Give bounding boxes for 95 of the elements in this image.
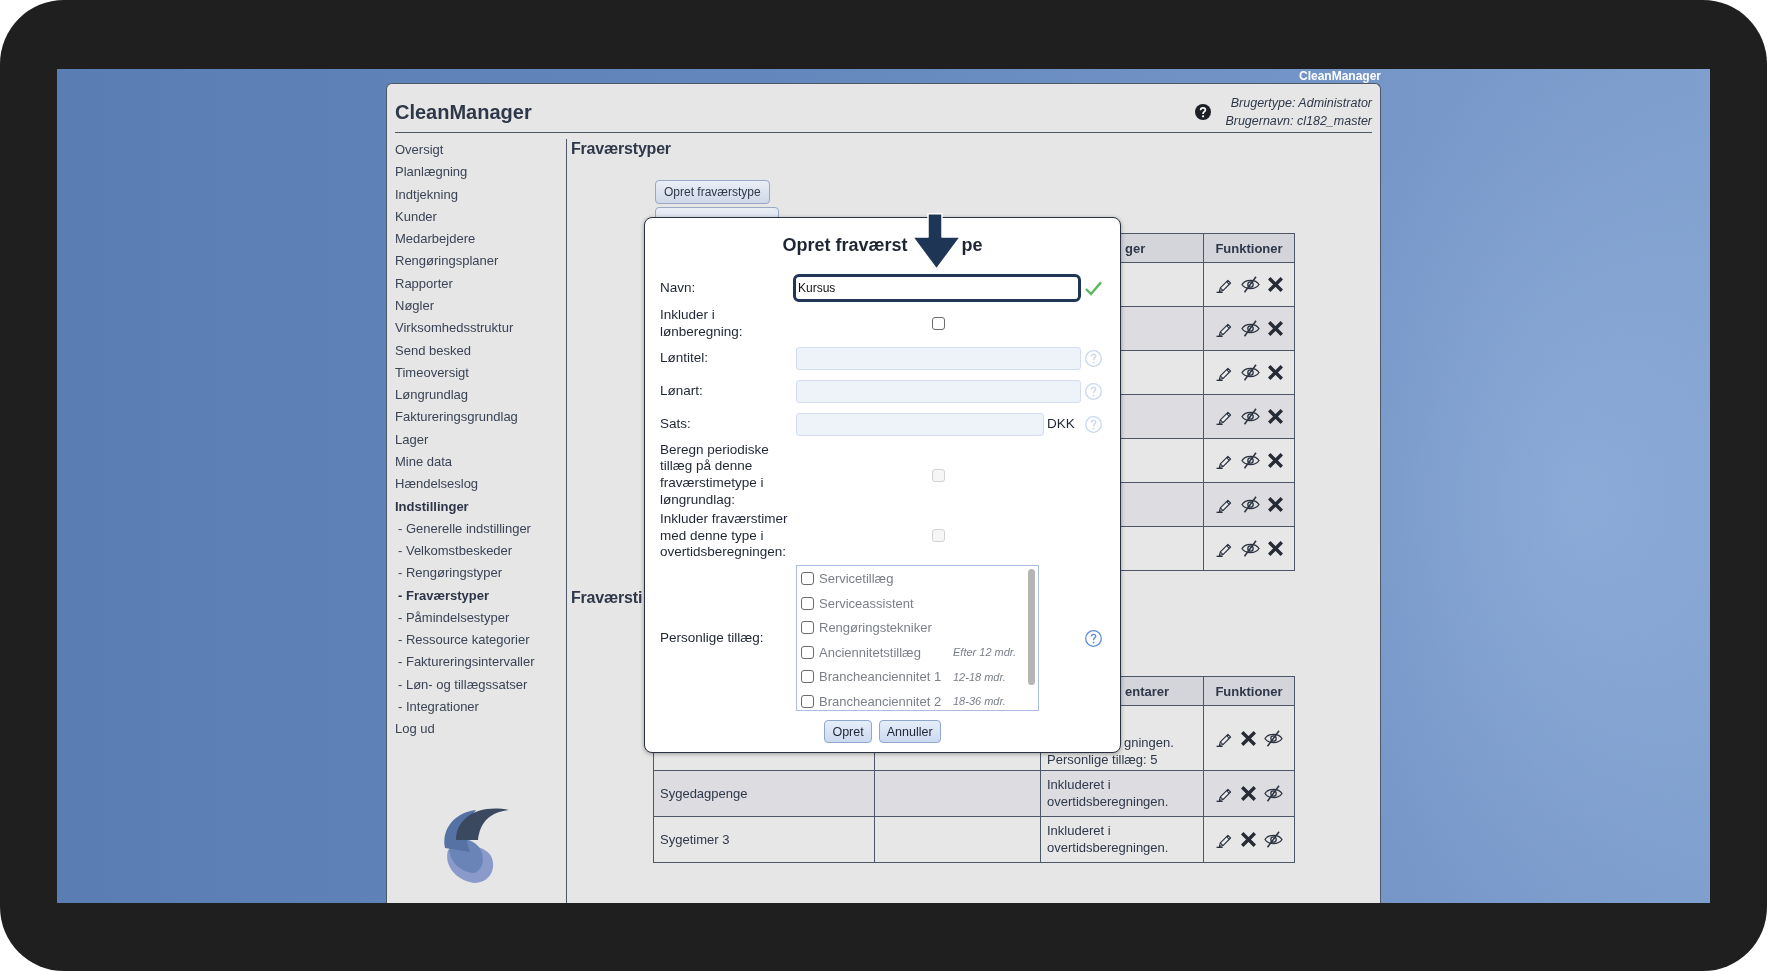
sidebar-item[interactable]: Hændelseslog bbox=[395, 473, 479, 496]
app-name: CleanManager bbox=[395, 100, 532, 124]
sidebar-item[interactable]: Faktureringsgrundlag bbox=[395, 406, 518, 429]
eye-slash-icon[interactable] bbox=[1240, 408, 1260, 425]
checkbox-label[interactable]: Brancheanciennitet 1 bbox=[819, 669, 942, 685]
text-field[interactable]: Kursus bbox=[793, 274, 1081, 302]
field-label: Løntitel: bbox=[660, 348, 709, 367]
cross-icon[interactable] bbox=[1267, 365, 1283, 380]
field-label: Navn: bbox=[660, 278, 696, 297]
sidebar-item[interactable]: - Faktureringsintervaller bbox=[395, 651, 535, 674]
eye-slash-icon[interactable] bbox=[1263, 831, 1283, 848]
eye-slash-icon[interactable] bbox=[1240, 452, 1260, 469]
column-header: Funktioner bbox=[1203, 233, 1295, 263]
table-cell: Sygetimer 3 bbox=[653, 816, 875, 863]
user-name: Brugernavn: cl182_master bbox=[1225, 113, 1372, 130]
checkbox-label[interactable]: Servicetillæg bbox=[819, 570, 894, 586]
checkbox[interactable] bbox=[801, 621, 814, 635]
cross-icon[interactable] bbox=[1267, 277, 1283, 292]
sidebar-item[interactable]: Oversigt bbox=[395, 139, 444, 162]
sidebar-item[interactable]: Indstillinger bbox=[395, 495, 469, 518]
checkbox-label[interactable]: Serviceassistent bbox=[819, 595, 914, 611]
checkbox-list[interactable]: Servicetillæg Serviceassistent Rengøringstekniker Anciennitetstillæg Efter 12 mdr. Brancheanciennitet 1 12-18 mdr. Brancheanciennitet 2 18-36 mdr. bbox=[796, 565, 1039, 712]
cross-icon[interactable] bbox=[1240, 786, 1256, 801]
eye-slash-icon[interactable] bbox=[1240, 496, 1260, 513]
cell-text: Personlige tillæg: 5 bbox=[1047, 751, 1158, 768]
section-heading: Fraværsti bbox=[571, 588, 643, 608]
table-cell: Sygedagpenge bbox=[653, 770, 875, 817]
eye-slash-icon[interactable] bbox=[1240, 276, 1260, 293]
sidebar-item[interactable]: Mine data bbox=[395, 450, 453, 474]
sidebar-item[interactable]: - Påmindelsestyper bbox=[395, 606, 510, 630]
cross-icon[interactable] bbox=[1240, 730, 1256, 746]
checkbox-label[interactable]: Anciennitetstillæg bbox=[819, 644, 921, 660]
sidebar-item[interactable]: Løngrundlag bbox=[395, 384, 468, 407]
dialog-title: pe bbox=[961, 234, 983, 256]
scrollbar[interactable] bbox=[1028, 569, 1035, 686]
eye-slash-icon[interactable] bbox=[1263, 729, 1283, 747]
option-note: 18-36 mdr. bbox=[953, 695, 1006, 708]
field-label: Inkluder i lønberegning: bbox=[660, 306, 744, 341]
checkbox[interactable] bbox=[801, 645, 814, 659]
sidebar-item[interactable]: - Rengøringstyper bbox=[395, 562, 503, 585]
sidebar-item[interactable]: Rengøringsplaner bbox=[395, 250, 499, 273]
checkbox[interactable] bbox=[932, 317, 945, 331]
sidebar-item[interactable]: - Integrationer bbox=[395, 696, 479, 719]
sidebar-item[interactable]: Planlægning bbox=[395, 161, 468, 184]
sidebar-item[interactable]: - Løn- og tillægssatser bbox=[395, 673, 528, 697]
sidebar-item[interactable]: Indtjekning bbox=[395, 183, 458, 206]
field-label: Beregn periodiske tillæg på denne fraværstimetype i løngrundlag: bbox=[660, 440, 770, 509]
checkbox[interactable] bbox=[801, 670, 814, 684]
checkbox[interactable] bbox=[801, 571, 814, 585]
checkbox[interactable] bbox=[801, 694, 814, 708]
page-heading: Fraværstyper bbox=[571, 139, 671, 159]
user-type: Brugertype: Administrator bbox=[1230, 95, 1372, 112]
column-header: Funktioner bbox=[1203, 676, 1295, 706]
sidebar-item[interactable]: - Generelle indstillinger bbox=[395, 517, 531, 541]
dialog-title: Opret fraværst bbox=[782, 234, 908, 256]
create-type-button[interactable]: Opret fraværstype bbox=[655, 180, 770, 204]
checkbox-label[interactable]: Rengøringstekniker bbox=[819, 620, 932, 636]
cross-icon[interactable] bbox=[1267, 497, 1283, 512]
field-label: Inkluder fraværstimer med denne type i overtidsberegningen: bbox=[660, 509, 789, 562]
table-cell: Inkluderet i overtidsberegningen. bbox=[1040, 816, 1204, 863]
cross-icon[interactable] bbox=[1267, 321, 1283, 336]
sidebar-item[interactable]: Kunder bbox=[395, 205, 437, 229]
window-title: CleanManager bbox=[1298, 69, 1381, 83]
sidebar-item[interactable]: Medarbejdere bbox=[395, 228, 476, 251]
sidebar-item[interactable]: - Ressource kategorier bbox=[395, 629, 530, 652]
cross-icon[interactable] bbox=[1267, 409, 1283, 424]
submit-button[interactable]: Opret bbox=[824, 720, 872, 744]
cross-icon[interactable] bbox=[1240, 832, 1256, 847]
cell-text: gningen. bbox=[1124, 735, 1174, 752]
sidebar-item[interactable]: - Velkomstbeskeder bbox=[395, 540, 513, 563]
sidebar-item[interactable]: Log ud bbox=[395, 718, 435, 741]
cancel-button[interactable]: Annuller bbox=[878, 720, 941, 744]
eye-slash-icon[interactable] bbox=[1240, 320, 1260, 337]
field-label: Personlige tillæg: bbox=[660, 628, 764, 647]
unit-label: DKK bbox=[1047, 416, 1075, 433]
help-icon[interactable] bbox=[1195, 104, 1212, 120]
field-label: Lønart: bbox=[660, 381, 703, 400]
field-label: Sats: bbox=[660, 414, 691, 433]
sidebar-item[interactable]: Send besked bbox=[395, 339, 471, 362]
option-note: Efter 12 mdr. bbox=[953, 646, 1017, 659]
cross-icon[interactable] bbox=[1267, 453, 1283, 468]
eye-slash-icon[interactable] bbox=[1240, 540, 1260, 557]
eye-slash-icon[interactable] bbox=[1263, 785, 1283, 802]
sidebar-item[interactable]: Rapporter bbox=[395, 272, 453, 295]
sidebar-item[interactable]: Timeoversigt bbox=[395, 361, 469, 385]
sidebar-item[interactable]: Virksomhedsstruktur bbox=[395, 317, 514, 340]
option-note: 12-18 mdr. bbox=[953, 670, 1006, 683]
sidebar-item[interactable]: - Fraværstyper bbox=[395, 584, 490, 607]
sidebar-item[interactable]: Lager bbox=[395, 428, 429, 451]
checkbox-label[interactable]: Brancheanciennitet 2 bbox=[819, 693, 942, 709]
eye-slash-icon[interactable] bbox=[1240, 364, 1260, 381]
sidebar-item[interactable]: Nøgler bbox=[395, 294, 434, 318]
checkbox[interactable] bbox=[801, 596, 814, 610]
cross-icon[interactable] bbox=[1267, 541, 1283, 556]
table-cell: Inkluderet i overtidsberegningen. bbox=[1040, 770, 1204, 817]
